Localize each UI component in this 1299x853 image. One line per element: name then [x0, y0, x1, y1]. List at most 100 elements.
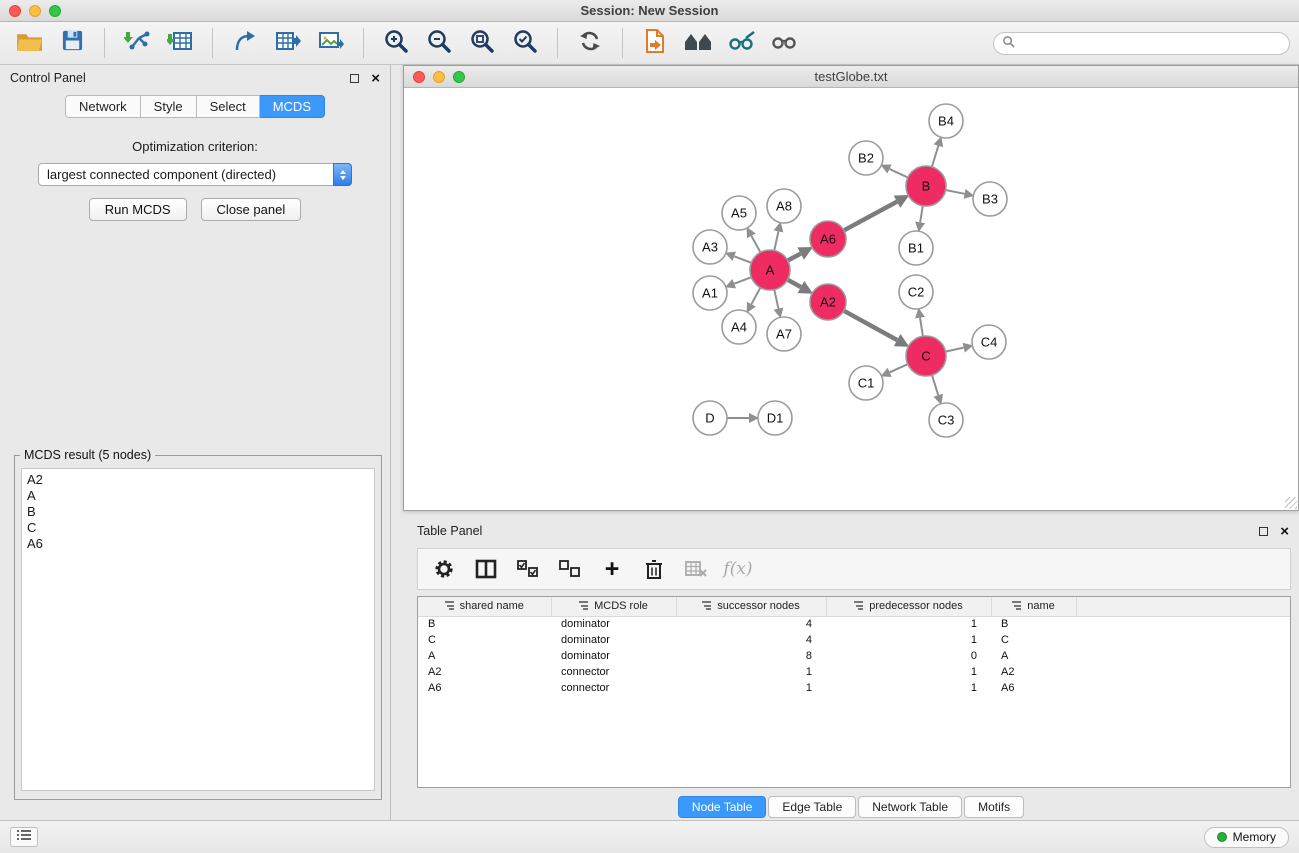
export-network-button[interactable]: [228, 26, 262, 60]
network-canvas[interactable]: B4B2BB3A5A8A6A3B1AA1C2A2A4A7CC4C1C3DD1: [404, 88, 1298, 510]
sort-icon: [579, 601, 588, 610]
graph-edge[interactable]: [844, 311, 897, 340]
tab-edge-table[interactable]: Edge Table: [768, 796, 856, 818]
memory-button[interactable]: Memory: [1204, 827, 1289, 848]
tab-select[interactable]: Select: [197, 95, 260, 118]
deselect-all-rows-icon[interactable]: [556, 555, 584, 583]
import-table-button[interactable]: [163, 26, 197, 60]
first-neighbors-button[interactable]: [638, 26, 672, 60]
show-columns-icon[interactable]: [472, 555, 500, 583]
function-builder-icon[interactable]: f(x): [724, 555, 752, 583]
table-row[interactable]: Cdominator41C: [418, 632, 1290, 648]
list-icon: [15, 828, 33, 847]
tab-network-table[interactable]: Network Table: [858, 796, 962, 818]
show-panels-menu-button[interactable]: [10, 827, 38, 847]
table-row[interactable]: Adominator80A: [418, 648, 1290, 664]
delete-table-icon[interactable]: [682, 555, 710, 583]
memory-label: Memory: [1233, 830, 1276, 844]
import-network-button[interactable]: [120, 26, 154, 60]
zoom-out-button[interactable]: [422, 26, 456, 60]
graph-edge[interactable]: [844, 202, 897, 231]
close-mcds-panel-button[interactable]: Close panel: [201, 198, 302, 221]
tab-node-table[interactable]: Node Table: [678, 796, 767, 818]
graph-edge[interactable]: [920, 318, 923, 337]
save-session-button[interactable]: [55, 26, 89, 60]
graph-edge[interactable]: [734, 256, 751, 263]
dropdown-stepper-icon[interactable]: [333, 163, 352, 186]
toolbar-search[interactable]: [993, 32, 1290, 55]
result-item[interactable]: B: [27, 504, 369, 520]
column-header[interactable]: successor nodes: [676, 597, 826, 616]
export-table-icon: [275, 29, 301, 58]
zoom-fit-button[interactable]: [465, 26, 499, 60]
close-panel-icon[interactable]: ×: [371, 71, 380, 86]
tab-style[interactable]: Style: [141, 95, 197, 118]
create-column-icon[interactable]: +: [598, 555, 626, 583]
graph-edge[interactable]: [946, 190, 965, 194]
result-item[interactable]: A6: [27, 536, 369, 552]
column-header[interactable]: MCDS role: [551, 597, 676, 616]
result-item[interactable]: A: [27, 488, 369, 504]
graph-edge[interactable]: [890, 169, 908, 178]
graph-edge[interactable]: [751, 288, 760, 305]
graph-node-label: D: [705, 411, 714, 426]
toolbar-separator: [363, 28, 364, 58]
optimization-criterion-select[interactable]: largest connected component (directed): [38, 163, 352, 186]
graph-node-label: C2: [908, 285, 925, 300]
refresh-layout-button[interactable]: [573, 26, 607, 60]
node-data-table: shared nameMCDS rolesuccessor nodesprede…: [418, 597, 1290, 696]
column-header[interactable]: shared name: [418, 597, 551, 616]
settings-gear-icon[interactable]: [430, 555, 458, 583]
network-window-titlebar[interactable]: testGlobe.txt: [404, 66, 1298, 88]
table-row[interactable]: A6connector11A6: [418, 680, 1290, 696]
graph-edge[interactable]: [932, 375, 938, 395]
table-panel: Table Panel × + f(x) shared nameMCDS rol…: [403, 518, 1299, 820]
window-resize-grip[interactable]: [1285, 497, 1297, 509]
open-session-button[interactable]: [12, 26, 46, 60]
toolbar-separator: [212, 28, 213, 58]
table-panel-header: Table Panel ×: [403, 518, 1299, 544]
mcds-result-list[interactable]: A2ABCA6: [21, 468, 375, 791]
run-mcds-button[interactable]: Run MCDS: [89, 198, 187, 221]
select-all-rows-icon[interactable]: [514, 555, 542, 583]
tab-motifs[interactable]: Motifs: [964, 796, 1024, 818]
graph-edge[interactable]: [734, 277, 751, 284]
graph-edge[interactable]: [932, 146, 938, 167]
table-row[interactable]: A2connector11A2: [418, 664, 1290, 680]
graph-edge[interactable]: [774, 290, 778, 309]
table-row[interactable]: Bdominator41B: [418, 616, 1290, 632]
graph-edge[interactable]: [788, 280, 801, 287]
result-item[interactable]: C: [27, 520, 369, 536]
column-header[interactable]: predecessor nodes: [826, 597, 991, 616]
import-table-icon: [167, 29, 193, 58]
float-panel-icon[interactable]: [350, 74, 359, 83]
zoom-selected-button[interactable]: [508, 26, 542, 60]
graph-edge[interactable]: [920, 206, 923, 223]
dropdown-selected-value: largest connected component (directed): [39, 167, 333, 182]
export-table-button[interactable]: [271, 26, 305, 60]
zoom-in-button[interactable]: [379, 26, 413, 60]
graph-edge[interactable]: [788, 254, 801, 261]
graph-edge[interactable]: [946, 348, 964, 352]
search-input[interactable]: [1020, 37, 1281, 51]
hide-details-button[interactable]: [724, 26, 758, 60]
close-table-panel-icon[interactable]: ×: [1280, 524, 1289, 539]
node-table[interactable]: shared nameMCDS rolesuccessor nodesprede…: [417, 596, 1291, 788]
result-item[interactable]: A2: [27, 472, 369, 488]
graph-edge[interactable]: [751, 236, 760, 253]
tab-network[interactable]: Network: [65, 95, 141, 118]
column-header[interactable]: name: [991, 597, 1076, 616]
home-view-button[interactable]: [681, 26, 715, 60]
export-image-button[interactable]: [314, 26, 348, 60]
control-panel-header: Control Panel ×: [0, 65, 390, 91]
graph-edge[interactable]: [890, 364, 908, 372]
graph-node-label: D1: [767, 411, 784, 426]
float-table-panel-icon[interactable]: [1259, 527, 1268, 536]
delete-column-icon[interactable]: [640, 555, 668, 583]
tab-mcds[interactable]: MCDS: [260, 95, 325, 118]
window-title: Session: New Session: [0, 3, 1299, 18]
graph-edge[interactable]: [774, 231, 778, 250]
main-toolbar: [0, 22, 1299, 65]
show-details-button[interactable]: [767, 26, 801, 60]
graph-node-label: A4: [731, 320, 747, 335]
